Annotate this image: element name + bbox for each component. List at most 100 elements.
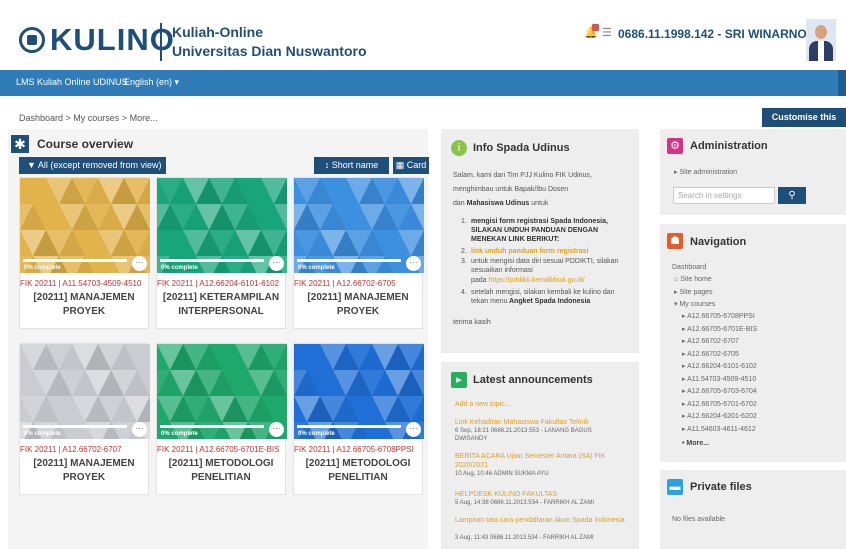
brand-line1: Kuliah-Online	[172, 24, 263, 40]
nav-course-item[interactable]: ▸ A12.66705-6701-6702	[682, 400, 757, 408]
info-num1: 1.	[461, 218, 467, 225]
announcement-title[interactable]: HELPDESK KULINO FAKULTAS	[455, 490, 630, 499]
nav-course-item[interactable]: ▸ A11.54703-4509-4510	[682, 375, 756, 383]
course-image[interactable]: 0% complete ⋯	[294, 178, 424, 273]
nav-more-label: More...	[686, 440, 709, 447]
course-image[interactable]: 0% complete ⋯	[20, 178, 150, 273]
filter-dropdown[interactable]: ▼ All (except removed from view)	[19, 157, 166, 174]
course-card[interactable]: 0% complete ⋯ FIK 20211 | A12.66705-6708PP…	[293, 343, 424, 495]
avatar-head	[815, 25, 827, 39]
nav-course-item[interactable]: ▸ A12.66705-6701E-BIS	[682, 325, 757, 333]
course-image[interactable]: 0% complete ⋯	[157, 178, 287, 273]
course-menu-button[interactable]: ⋯	[406, 256, 421, 271]
crumb-dashboard[interactable]: Dashboard	[19, 113, 63, 123]
nav-site-pages[interactable]: ▸ Site pages	[674, 288, 713, 296]
nav-more[interactable]: • More...	[682, 440, 709, 447]
course-category: FIK 20211 | A12.66702-6707	[20, 445, 122, 454]
nav-course-item[interactable]: ▸ A11.54603-4611-4612	[682, 425, 756, 433]
course-card[interactable]: 0% complete ⋯ FIK 20211 | A12.66705-6701E-…	[156, 343, 287, 495]
view-dropdown[interactable]: ▦ Card	[393, 157, 429, 174]
course-name[interactable]: [20211] MANAJEMEN PROYEK	[20, 291, 148, 319]
nav-site-home[interactable]: ⌂ Site home	[674, 276, 712, 283]
course-card[interactable]: 0% complete ⋯ FIK 20211 | A12.66702-6705 [2…	[293, 177, 424, 329]
nav-course-item[interactable]: ▸ A12.66705-6703-6704	[682, 387, 757, 395]
nav-course-label: A12.66702-6705	[687, 350, 739, 358]
filter-label: All (except removed from view)	[37, 160, 162, 170]
breadcrumb: Dashboard > My courses > More...	[19, 113, 158, 123]
top-navbar: LMS Kuliah Online UDINUS English (en) ▾	[0, 70, 846, 96]
avatar[interactable]	[806, 19, 836, 61]
crumb-my-courses[interactable]: My courses	[73, 113, 119, 123]
nav-dashboard[interactable]: Dashboard	[672, 264, 706, 271]
progress-bar	[23, 259, 127, 262]
nav-course-label: A12.66705-6701E-BIS	[687, 325, 758, 333]
announcement-meta-cont: DWISANDY	[455, 436, 488, 442]
language-menu[interactable]: English (en) ▾	[124, 77, 179, 88]
course-category: FIK 20211 | A11.54703-4509-4510	[20, 279, 142, 288]
overview-title: Course overview	[37, 137, 134, 151]
progress-bar	[23, 425, 127, 428]
course-menu-button[interactable]: ⋯	[269, 422, 284, 437]
site-administration-label: Site administration	[679, 169, 738, 176]
search-button[interactable]: ⚲	[778, 187, 806, 204]
nav-course-item[interactable]: ▸ A12.66705-6708PPSI	[682, 312, 755, 320]
add-topic-link[interactable]: Add a new topic...	[455, 400, 511, 409]
course-card[interactable]: 0% complete ⋯ FIK 20211 | A12.66702-6707 [2…	[19, 343, 150, 495]
nav-course-item[interactable]: ▸ A12.66204-6201-6202	[682, 412, 757, 420]
course-menu-button[interactable]: ⋯	[406, 422, 421, 437]
course-card[interactable]: 0% complete ⋯ FIK 20211 | A11.54703-4509-4…	[19, 177, 150, 329]
progress-text: 0% complete	[24, 431, 61, 437]
pddikti-link[interactable]: https://pddikti.kemdikbud.go.id/	[489, 277, 585, 284]
nav-course-item[interactable]: ▸ A12.66702-6705	[682, 350, 739, 358]
course-name[interactable]: [20211] METODOLOGI PENELITIAN	[294, 457, 422, 485]
nav-course-label: A12.66705-6708PPSI	[687, 313, 755, 320]
course-name[interactable]: [20211] MANAJEMEN PROYEK	[294, 291, 422, 319]
nav-my-courses[interactable]: ▾ My courses	[674, 300, 715, 308]
navbar-site-name[interactable]: LMS Kuliah Online UDINUS	[16, 77, 128, 87]
announcement-title[interactable]: Lampiran tata cara pendaftaran Akun Spad…	[455, 516, 630, 525]
notification-badge	[592, 24, 599, 31]
logo-divider	[160, 23, 162, 61]
info-item2-link[interactable]: link unduh panduan form registrasi	[471, 247, 588, 256]
course-image[interactable]: 0% complete ⋯	[157, 344, 287, 439]
nav-course-label: A11.54603-4611-4612	[687, 425, 756, 433]
private-files-title: Private files	[690, 481, 752, 493]
administration-block: ⚙ Administration ▸ Site administration S…	[660, 129, 846, 215]
course-image[interactable]: 0% complete ⋯	[20, 344, 150, 439]
info-num3: 3.	[461, 258, 467, 265]
course-image[interactable]: 0% complete ⋯	[294, 344, 424, 439]
info-para1: Salam, kami dari Tim PJJ Kulino FIK Udin…	[453, 172, 592, 179]
settings-search-input[interactable]: Search in settings	[673, 187, 775, 204]
announcement-title[interactable]: BERITA ACARA Ujian Semester Antara (SA) …	[455, 452, 630, 470]
progress-bar	[160, 425, 264, 428]
info-num2: 2.	[461, 248, 467, 255]
crumb-more[interactable]: More...	[130, 113, 158, 123]
course-card[interactable]: 0% complete ⋯ FIK 20211 | A12.66204-6101-6…	[156, 177, 287, 329]
logo-text[interactable]: KULINO	[50, 22, 175, 58]
site-administration-item[interactable]: ▸ Site administration	[674, 168, 737, 176]
user-name: 0686.11.1998.142 - SRI WINARNO	[618, 27, 807, 41]
announcement-meta: 6 Sep, 18:21 0686.21.2013.553 - LANANG B…	[455, 428, 592, 434]
overview-header: ✱ Course overview	[11, 134, 431, 154]
site-header: KULINO Kuliah-Online Universitas Dian Nu…	[0, 0, 846, 70]
info-item3a: untuk mengisi data diri sesuai PDDIKTI, …	[471, 258, 619, 274]
nav-course-label: A12.66705-6703-6704	[687, 388, 757, 395]
course-menu-button[interactable]: ⋯	[269, 256, 284, 271]
announcement-title[interactable]: Link Kehadiran Mahasiswa Fakultas Teknik	[455, 418, 630, 427]
progress-text: 0% complete	[161, 265, 198, 271]
course-name[interactable]: [20211] MANAJEMEN PROYEK	[20, 457, 148, 485]
info-closing: terima kasih	[453, 319, 491, 326]
nav-site-home-label: Site home	[680, 276, 712, 283]
course-menu-button[interactable]: ⋯	[132, 422, 147, 437]
course-menu-button[interactable]: ⋯	[132, 256, 147, 271]
sort-dropdown[interactable]: ↕ Short name	[314, 157, 389, 174]
course-name[interactable]: [20211] METODOLOGI PENELITIAN	[157, 457, 285, 485]
course-name[interactable]: [20211] KETERAMPILAN INTERPERSONAL	[157, 291, 285, 319]
course-category: FIK 20211 | A12.66204-6101-6102	[157, 279, 280, 288]
customise-page-button[interactable]: Customise this page	[762, 108, 846, 141]
nav-course-item[interactable]: ▸ A12.66204-6101-6102	[682, 362, 757, 370]
chat-icon[interactable]: ☰	[602, 26, 612, 39]
nav-course-item[interactable]: ▸ A12.66702-6707	[682, 337, 739, 345]
user-menu[interactable]: 0686.11.1998.142 - SRI WINARNO ▾	[618, 27, 816, 41]
announcement-meta: 5 Aug, 14:38 0686.11.2013.534 - FARRIKH …	[455, 500, 595, 506]
